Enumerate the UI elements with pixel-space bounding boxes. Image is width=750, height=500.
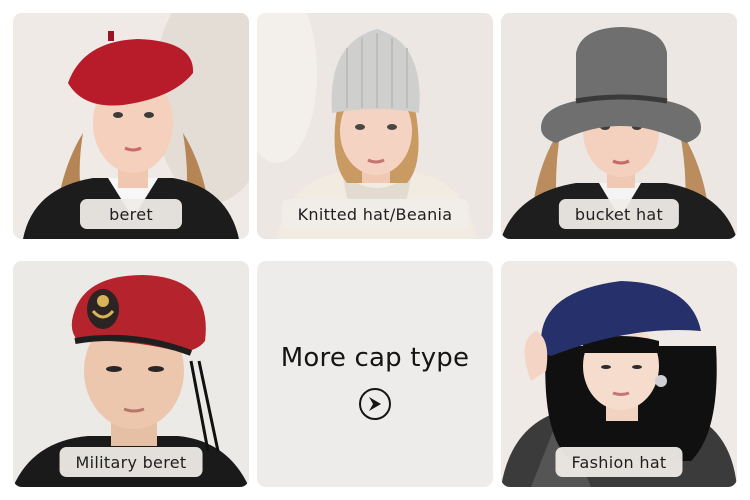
more-cap-type-title: More cap type <box>280 343 470 373</box>
product-card-beret[interactable]: beret <box>13 13 249 239</box>
product-card-bucket-hat[interactable]: bucket hat <box>501 13 737 239</box>
more-cap-type-card[interactable]: More cap type <box>257 261 493 487</box>
tile-label: Knitted hat/Beania <box>281 199 469 229</box>
tile-label: bucket hat <box>558 199 680 229</box>
product-card-military-beret[interactable]: Military beret <box>13 261 249 487</box>
more-cap-type-button[interactable] <box>359 388 391 420</box>
product-card-knitted-hat[interactable]: Knitted hat/Beania <box>257 13 493 239</box>
chevron-right-circle-icon <box>369 397 381 411</box>
tile-label: Military beret <box>59 447 203 477</box>
tile-label: beret <box>80 199 182 229</box>
tile-label: Fashion hat <box>555 447 683 477</box>
product-card-fashion-hat[interactable]: Fashion hat <box>501 261 737 487</box>
